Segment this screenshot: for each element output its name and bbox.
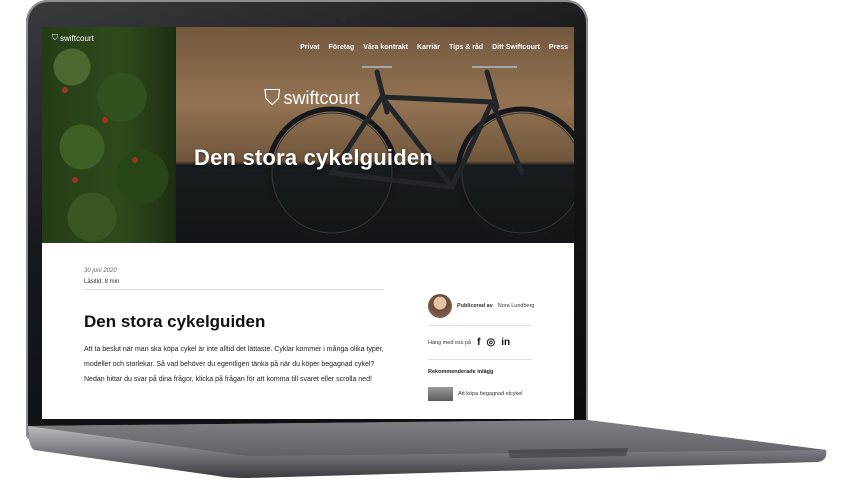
- hero-banner: ⛉ swiftcourt Privat Företag Våra kontrak…: [42, 27, 574, 243]
- follow-label: Häng med oss på: [428, 339, 472, 346]
- laptop-base: [28, 420, 827, 478]
- article-title: Den stora cykelguiden: [84, 312, 266, 331]
- recommended-thumbnail: [428, 387, 453, 401]
- main-nav: Privat Företag Våra kontrakt Karriär Tip…: [300, 44, 568, 51]
- shield-icon: ⛉: [264, 85, 281, 110]
- divider: [428, 359, 532, 360]
- author-block: Publicerad av Nora Lundberg: [428, 294, 534, 318]
- recommended-item[interactable]: Att köpa begagnad elcykel: [428, 387, 523, 401]
- avatar: [428, 294, 452, 318]
- nav-item-tips-rad[interactable]: Tips & råd: [449, 44, 483, 51]
- linkedin-icon[interactable]: in: [501, 337, 510, 348]
- shield-icon: ⛉: [52, 33, 58, 42]
- hero-logo-text: swiftcourt: [283, 87, 360, 108]
- article-date: 30 juni 2020: [84, 268, 117, 274]
- article-intro: Att ta beslut när man ska köpa cykel är …: [84, 346, 384, 383]
- facebook-icon[interactable]: f: [477, 337, 480, 348]
- published-by-label: Publicerad av: [457, 303, 493, 309]
- nav-item-ditt-swiftcourt[interactable]: Ditt Swiftcourt: [492, 44, 540, 51]
- site-logo[interactable]: ⛉ swiftcourt: [52, 33, 94, 43]
- hero-title: Den stora cykelguiden: [194, 145, 433, 170]
- nav-item-privat[interactable]: Privat: [300, 44, 319, 51]
- divider: [428, 325, 532, 326]
- instagram-icon[interactable]: ◎: [486, 337, 495, 348]
- social-follow: Häng med oss på f ◎ in: [428, 337, 510, 348]
- site-logo-text: swiftcourt: [60, 33, 94, 43]
- browser-screen: ⛉ swiftcourt Privat Företag Våra kontrak…: [42, 27, 574, 419]
- hero-logo: ⛉ swiftcourt: [264, 85, 360, 111]
- divider: [84, 289, 384, 290]
- nav-item-vara-kontrakt[interactable]: Våra kontrakt: [363, 44, 408, 51]
- recommended-item-title: Att köpa begagnad elcykel: [458, 391, 523, 397]
- recommended-heading: Rekommenderade inlägg: [428, 369, 494, 375]
- author-name[interactable]: Nora Lundberg: [498, 303, 535, 309]
- camera-icon: [341, 18, 345, 22]
- nav-item-foretag[interactable]: Företag: [329, 44, 355, 51]
- social-links: f ◎ in: [477, 337, 510, 348]
- nav-item-press[interactable]: Press: [549, 44, 568, 51]
- read-time: Läsitid: 8 min: [84, 279, 120, 285]
- nav-item-karriar[interactable]: Karriär: [417, 44, 440, 51]
